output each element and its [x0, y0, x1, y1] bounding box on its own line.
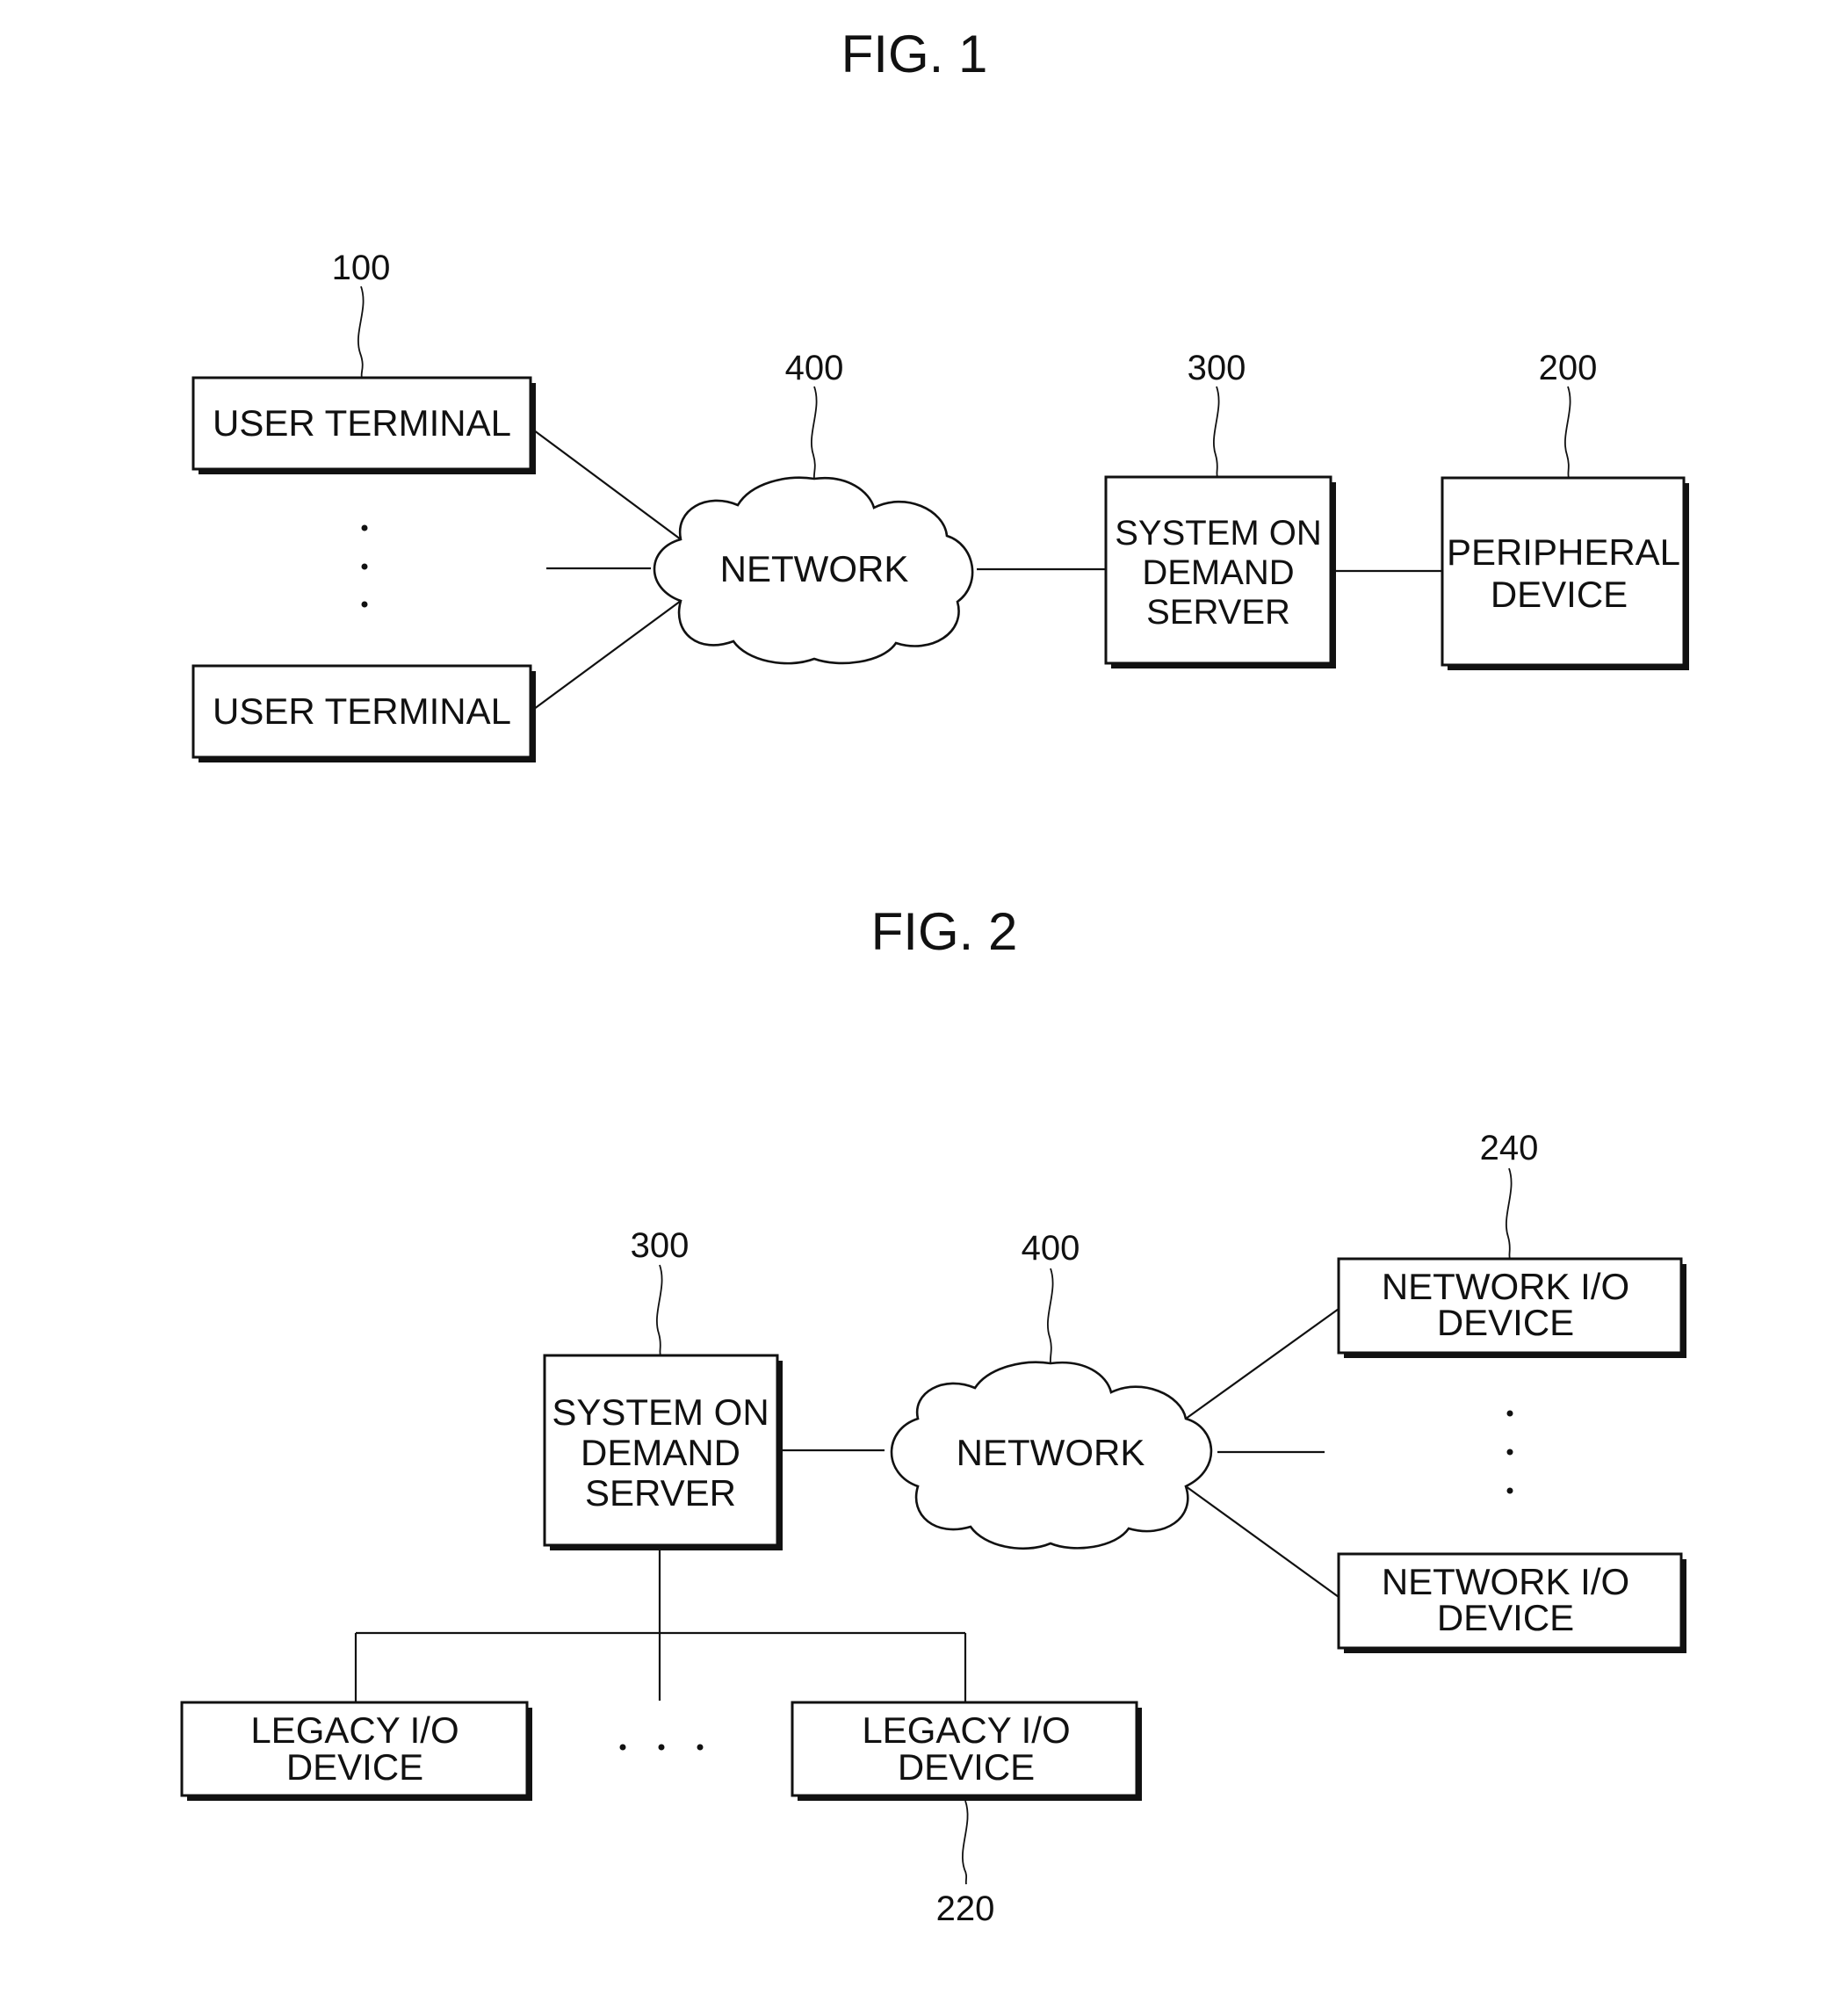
legacy2-label-line1: LEGACY I/O [862, 1709, 1070, 1751]
server2-label-line2: DEMAND [581, 1432, 740, 1473]
legacy1-label-line1: LEGACY I/O [250, 1709, 459, 1751]
ref-leader-220 [961, 1800, 969, 1885]
netio2-label-line2: DEVICE [1437, 1597, 1574, 1638]
network-cloud-fig1: NETWORK 400 [653, 349, 974, 665]
ref-200: 200 [1539, 349, 1598, 387]
figure-1: FIG. 1 USER TERMINAL 100 USER TERMINAL N… [191, 25, 1689, 762]
ref-300-fig1: 300 [1188, 349, 1246, 387]
figure-2: FIG. 2 SYSTEM ON DEMAND SERVER 300 NETWO… [180, 902, 1686, 1928]
horizontal-ellipsis-legacy [619, 1744, 704, 1751]
user-terminal-1: USER TERMINAL 100 [191, 249, 536, 474]
legacy1-label-line2: DEVICE [286, 1746, 423, 1788]
user-terminal-1-label: USER TERMINAL [213, 402, 511, 444]
ref-240: 240 [1480, 1129, 1539, 1167]
link-network-netio1 [1185, 1308, 1340, 1420]
server-label-line3: SERVER [1146, 593, 1290, 632]
ref-300-fig2: 300 [631, 1226, 690, 1265]
netio2-label-line1: NETWORK I/O [1382, 1561, 1629, 1602]
figure-2-title: FIG. 2 [871, 902, 1018, 961]
patent-drawing-sheet: FIG. 1 USER TERMINAL 100 USER TERMINAL N… [180, 25, 1689, 1928]
netio1-label-line2: DEVICE [1437, 1302, 1574, 1343]
network-label-fig1: NETWORK [720, 548, 909, 589]
peripheral-device: PERIPHERAL DEVICE 200 [1441, 349, 1689, 670]
server-label-line1: SYSTEM ON [1115, 514, 1322, 553]
peripheral-label-line1: PERIPHERAL [1447, 531, 1680, 573]
link-network-netio2 [1185, 1485, 1340, 1598]
ref-leader-400 [810, 386, 818, 480]
network-io-device-2: NETWORK I/O DEVICE [1337, 1552, 1686, 1653]
ref-leader-300-fig2 [655, 1264, 663, 1356]
legacy-io-device-1: LEGACY I/O DEVICE [180, 1701, 532, 1801]
ref-100: 100 [332, 249, 391, 287]
figure-1-title: FIG. 1 [841, 25, 988, 83]
ref-220: 220 [936, 1890, 995, 1928]
legacy-io-device-2: LEGACY I/O DEVICE 220 [791, 1701, 1142, 1928]
vertical-ellipsis-terminals [361, 524, 368, 608]
netio1-label-line1: NETWORK I/O [1382, 1266, 1629, 1307]
vertical-ellipsis-netio [1506, 1410, 1513, 1494]
server2-label-line3: SERVER [585, 1472, 736, 1514]
peripheral-label-line2: DEVICE [1491, 574, 1628, 615]
server2-label-line1: SYSTEM ON [552, 1391, 769, 1433]
ref-leader-400-fig2 [1046, 1268, 1054, 1364]
ref-400-fig2: 400 [1022, 1229, 1080, 1268]
legacy2-label-line2: DEVICE [898, 1746, 1035, 1788]
server-label-line2: DEMAND [1142, 553, 1294, 592]
ref-leader-100 [357, 285, 365, 379]
network-cloud-fig2: NETWORK 400 [890, 1229, 1213, 1550]
ref-leader-200 [1563, 386, 1571, 479]
ref-400-fig1: 400 [785, 349, 844, 387]
system-on-demand-server-fig2: SYSTEM ON DEMAND SERVER 300 [543, 1226, 783, 1550]
link-terminal1-network [530, 427, 682, 540]
network-label-fig2: NETWORK [957, 1432, 1145, 1473]
network-io-device-1: NETWORK I/O DEVICE 240 [1337, 1129, 1686, 1358]
link-terminal2-network [530, 600, 682, 712]
ref-leader-300 [1212, 386, 1220, 478]
user-terminal-2-label: USER TERMINAL [213, 690, 511, 732]
system-on-demand-server-fig1: SYSTEM ON DEMAND SERVER 300 [1104, 349, 1336, 668]
user-terminal-2: USER TERMINAL [191, 664, 536, 762]
ref-leader-240 [1505, 1167, 1513, 1260]
